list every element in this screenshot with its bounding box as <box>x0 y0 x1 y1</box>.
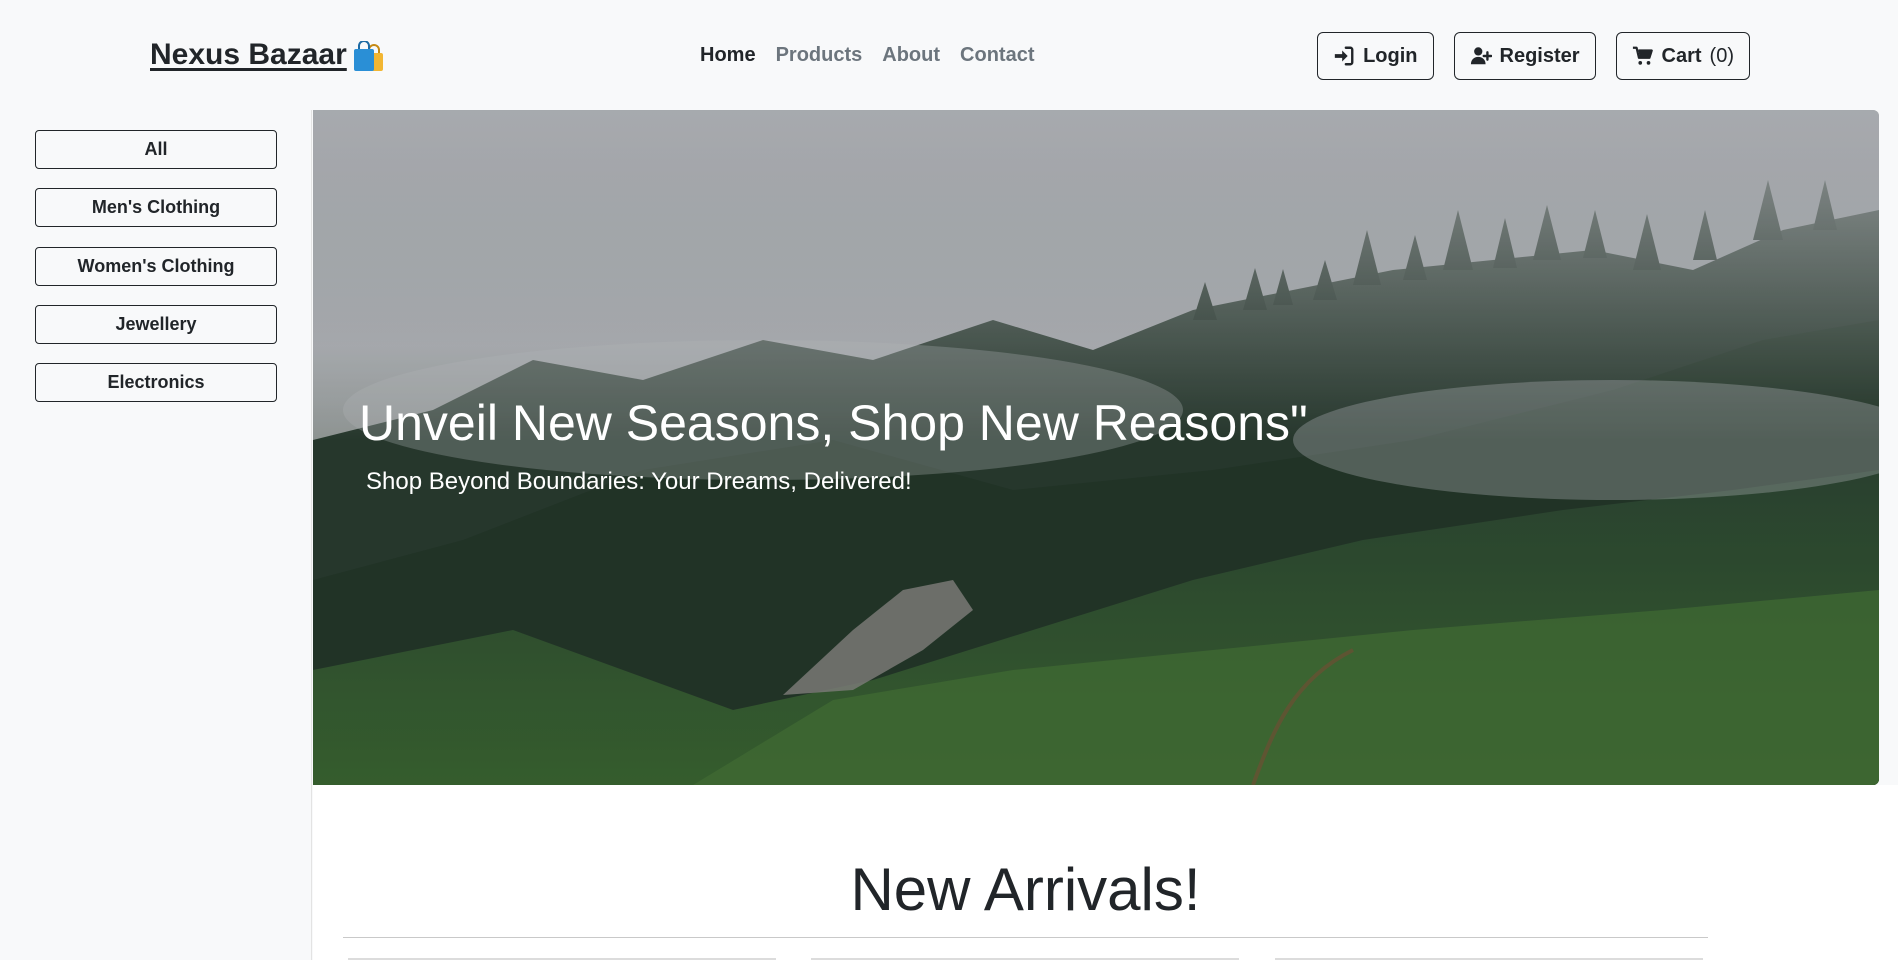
hero-title: Unveil New Seasons, Shop New Reasons" <box>359 395 1308 451</box>
register-button[interactable]: Register <box>1453 32 1596 80</box>
hero-subtitle: Shop Beyond Boundaries: Your Dreams, Del… <box>366 468 912 495</box>
category-sidebar: All Men's Clothing Women's Clothing Jewe… <box>0 110 312 960</box>
category-electronics-button[interactable]: Electronics <box>35 363 277 402</box>
hero-banner: Unveil New Seasons, Shop New Reasons" Sh… <box>313 110 1879 785</box>
user-plus-icon <box>1470 47 1492 65</box>
section-title: New Arrivals! <box>850 856 1201 923</box>
category-jewellery-button[interactable]: Jewellery <box>35 305 277 344</box>
register-label: Register <box>1499 44 1580 67</box>
shopping-bags-icon <box>351 40 385 73</box>
nav-home-link[interactable]: Home <box>700 44 756 67</box>
products-section: New Arrivals! <box>313 785 1898 960</box>
cart-icon <box>1632 46 1653 65</box>
nav-about-link[interactable]: About <box>882 44 940 67</box>
category-all-button[interactable]: All <box>35 130 277 169</box>
category-mens-clothing-button[interactable]: Men's Clothing <box>35 188 277 227</box>
account-actions: Login Register Cart (0) <box>1317 32 1750 80</box>
brand-name: Nexus Bazaar <box>150 38 347 71</box>
category-womens-clothing-button[interactable]: Women's Clothing <box>35 247 277 286</box>
nav-products-link[interactable]: Products <box>776 44 863 67</box>
cart-label: Cart <box>1661 44 1702 67</box>
main-nav: Home Products About Contact <box>700 44 1034 67</box>
brand-logo-link[interactable]: Nexus Bazaar <box>150 38 385 72</box>
sign-in-icon <box>1334 46 1354 66</box>
cart-button[interactable]: Cart (0) <box>1615 32 1750 80</box>
login-button[interactable]: Login <box>1317 32 1434 80</box>
nav-contact-link[interactable]: Contact <box>960 44 1034 67</box>
login-label: Login <box>1363 44 1418 67</box>
cart-count: (0) <box>1709 44 1734 67</box>
top-navbar: Nexus Bazaar Home Products About Contact… <box>0 0 1898 110</box>
section-divider <box>343 937 1708 938</box>
